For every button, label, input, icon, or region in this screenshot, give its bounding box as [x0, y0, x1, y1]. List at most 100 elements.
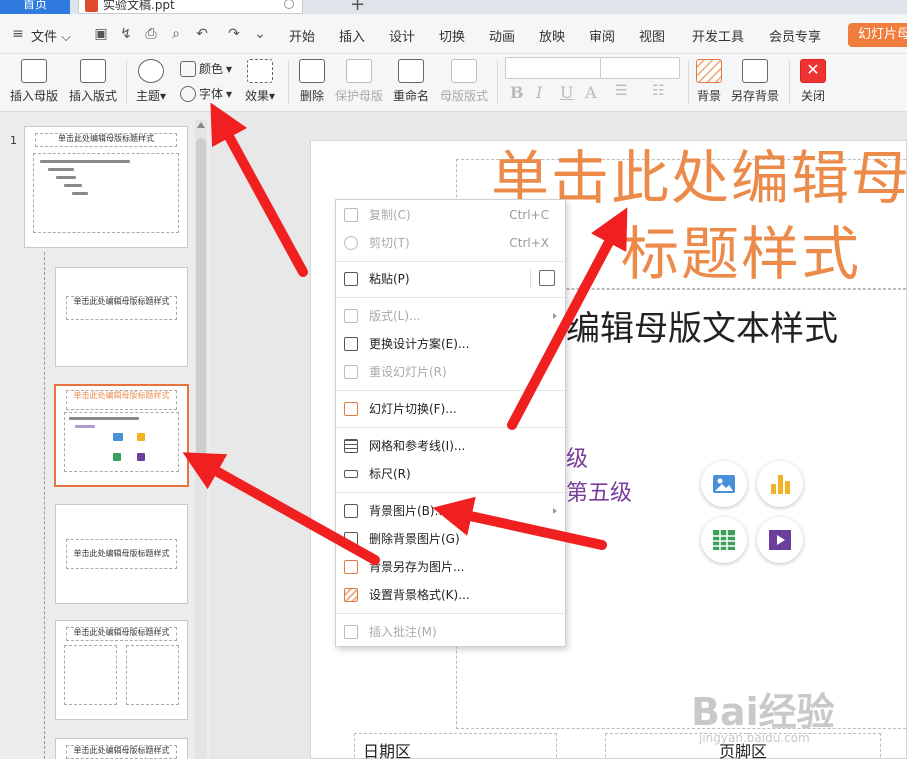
menu-member[interactable]: 会员专享 [769, 26, 821, 45]
format-background-icon [344, 588, 358, 602]
thumb-video-icon [137, 453, 145, 461]
body-text: 编辑母版文本样式 [566, 309, 838, 349]
paste-icon [344, 272, 358, 286]
hamburger-icon[interactable]: ≡ [10, 27, 26, 41]
ctx-slide-transition[interactable]: 幻灯片切换(F)... [336, 395, 565, 423]
italic-icon[interactable]: I [536, 83, 542, 102]
menu-insert[interactable]: 插入 [339, 26, 365, 45]
thumb-title: 单击此处编辑母版标题样式 [66, 627, 177, 641]
delete-button[interactable]: 删除 [295, 59, 329, 104]
theme-button[interactable]: 主题▾ [133, 59, 169, 104]
title-tab-bar: 首页 实验文稿.ppt + [0, 0, 907, 14]
tab-status-icon[interactable] [284, 0, 294, 9]
underline-icon[interactable]: U [560, 83, 573, 102]
ctx-ruler[interactable]: 标尺(R) [336, 460, 565, 488]
tab-document[interactable]: 实验文稿.ppt [78, 0, 303, 14]
thumb-body [64, 645, 117, 705]
font-name-select[interactable] [505, 57, 601, 79]
date-area-label: 日期区 [363, 742, 412, 759]
insert-layout-button[interactable]: 插入版式 [65, 59, 121, 104]
thumb-title: 单击此处编辑母版标题样式 [66, 296, 177, 320]
insert-picture-icon[interactable] [701, 461, 747, 507]
design-icon [344, 337, 358, 351]
undo-icon[interactable]: ↶ [194, 27, 210, 41]
font-color-icon[interactable]: A [585, 83, 597, 102]
background-picture-icon [344, 504, 358, 518]
scrollbar-thumb[interactable] [196, 138, 206, 458]
ctx-format-background[interactable]: 设置背景格式(K)... [336, 581, 565, 609]
master-layout-button[interactable]: 母版版式 [438, 59, 490, 104]
slide-thumbnail-panel[interactable]: 1 单击此处编辑母版标题样式 单击此处编辑母版标题样式 单击此处编辑母版标题样式 [0, 112, 210, 759]
output-icon[interactable]: ↯ [118, 27, 134, 41]
insert-table-icon[interactable] [701, 517, 747, 563]
new-tab-plus-icon[interactable]: + [350, 0, 365, 14]
scroll-up-arrow-icon[interactable] [197, 122, 205, 128]
bullet-list-icon[interactable]: ☰ [615, 83, 628, 99]
print-icon[interactable]: ⎙ [143, 27, 159, 41]
ctx-slide-transition-label: 幻灯片切换(F)... [369, 402, 457, 416]
background-button[interactable]: 背景 [692, 59, 726, 104]
menu-review[interactable]: 审阅 [589, 26, 615, 45]
ctx-save-background-label: 背景另存为图片... [369, 560, 465, 574]
tab-document-label: 实验文稿.ppt [103, 0, 175, 12]
ctx-grid-guides[interactable]: 网格和参考线(I)... [336, 432, 565, 460]
menu-animation[interactable]: 动画 [489, 26, 515, 45]
thumb-layout-title[interactable]: 单击此处编辑母版标题样式 [55, 267, 188, 367]
ctx-reset-slide[interactable]: 重设幻灯片(R) [336, 358, 565, 386]
ctx-save-background-as-picture[interactable]: 背景另存为图片... [336, 553, 565, 581]
menu-file[interactable]: 文件 ⌵ [31, 26, 71, 45]
rename-button[interactable]: 重命名 [391, 59, 431, 104]
paste-options-icon[interactable] [539, 270, 555, 286]
baidu-watermark: Bai经验 [691, 690, 835, 734]
protect-master-button[interactable]: 保护母版 [333, 59, 385, 104]
menu-design[interactable]: 设计 [389, 26, 415, 45]
menu-view[interactable]: 视图 [639, 26, 665, 45]
insert-video-icon[interactable] [757, 517, 803, 563]
save-background-button[interactable]: 另存背景 [729, 59, 781, 104]
font-size-select[interactable] [600, 57, 680, 79]
ctx-layout[interactable]: 版式(L)... [336, 302, 565, 330]
effect-label: 效果 [244, 89, 269, 103]
ctx-insert-comment[interactable]: 插入批注(M) [336, 618, 565, 646]
ctx-background-picture[interactable]: 背景图片(B)... [336, 497, 565, 525]
ribbon-separator [497, 60, 498, 104]
rename-icon [398, 59, 424, 83]
panel-scrollbar[interactable] [195, 120, 207, 759]
customize-dropdown-icon[interactable]: ⌄ [252, 27, 268, 41]
insert-master-label: 插入母版 [9, 89, 58, 103]
redo-icon[interactable]: ↷ [226, 27, 242, 41]
thumb-master[interactable]: 单击此处编辑母版标题样式 [24, 126, 188, 248]
ctx-copy[interactable]: 复制(C) Ctrl+C [336, 201, 565, 229]
insert-master-button[interactable]: 插入母版 [6, 59, 62, 104]
ctx-separator [336, 613, 565, 614]
thumb-layout-section[interactable]: 单击此处编辑母版标题样式 [55, 504, 188, 604]
save-icon[interactable]: ▣ [93, 27, 109, 41]
font-button[interactable]: 字体 ▾ [180, 85, 232, 102]
print-preview-icon[interactable]: ⌕ [168, 27, 184, 41]
ctx-delete-background-label: 删除背景图片(G) [369, 532, 460, 546]
menu-bar: ≡ 文件 ⌵ ▣ ↯ ⎙ ⌕ ↶ ↷ ⌄ 开始 插入 设计 切换 动画 放映 审… [0, 14, 907, 54]
color-grid-icon [180, 60, 196, 77]
ctx-separator [336, 390, 565, 391]
menu-start[interactable]: 开始 [289, 26, 315, 45]
tab-home[interactable]: 首页 [0, 0, 70, 14]
ctx-change-design[interactable]: 更换设计方案(E)... [336, 330, 565, 358]
thumb-layout-comparison[interactable]: 单击此处编辑母版标题样式 [55, 738, 188, 759]
bold-icon[interactable]: B [510, 83, 524, 102]
numbered-list-icon[interactable]: ☷ [652, 83, 665, 99]
background-hatch-icon [696, 59, 722, 83]
thumb-layout-selected[interactable]: 单击此处编辑母版标题样式 [54, 384, 189, 487]
close-master-button[interactable]: ✕ 关闭 [796, 59, 830, 104]
insert-chart-icon[interactable] [757, 461, 803, 507]
tab-slide-master[interactable]: 幻灯片母 [848, 23, 907, 47]
ctx-delete-background-picture[interactable]: 删除背景图片(G) [336, 525, 565, 553]
ctx-cut-label: 剪切(T) [369, 236, 410, 250]
menu-slideshow[interactable]: 放映 [539, 26, 565, 45]
menu-developer[interactable]: 开发工具 [692, 26, 744, 45]
protect-master-label: 保护母版 [334, 89, 383, 103]
ctx-cut[interactable]: 剪切(T) Ctrl+X [336, 229, 565, 257]
thumb-layout-two-content[interactable]: 单击此处编辑母版标题样式 [55, 620, 188, 720]
color-button[interactable]: 颜色 ▾ [180, 60, 232, 77]
effect-button[interactable]: 效果▾ [240, 59, 280, 104]
menu-transition[interactable]: 切换 [439, 26, 465, 45]
